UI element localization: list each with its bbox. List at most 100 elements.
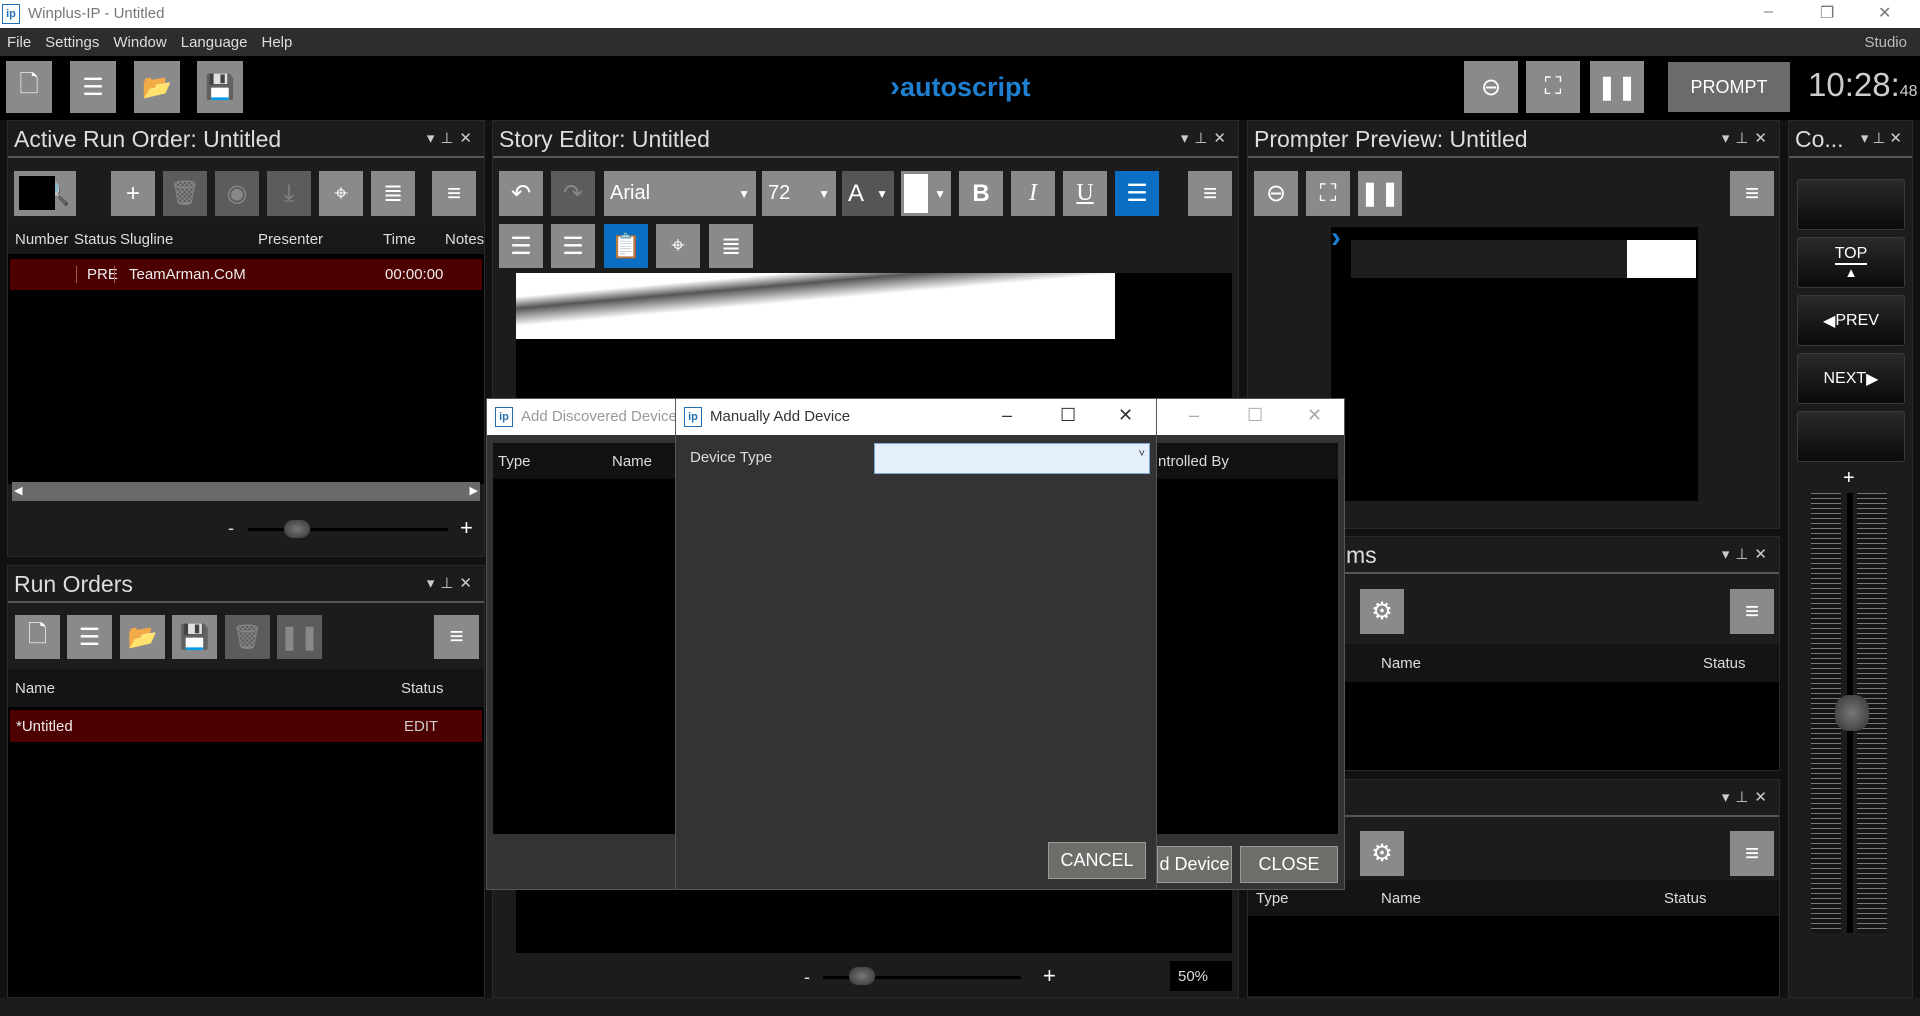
menu-button[interactable]: ≡ bbox=[1188, 171, 1232, 216]
minimize-button[interactable]: – bbox=[1764, 3, 1773, 21]
prompt-button[interactable]: PROMPT bbox=[1668, 62, 1790, 112]
menu-button[interactable]: ≡ bbox=[432, 171, 476, 216]
menu-settings[interactable]: Settings bbox=[38, 28, 106, 51]
minimize-button[interactable]: – bbox=[1002, 405, 1012, 426]
col-status[interactable]: Status bbox=[401, 680, 444, 697]
text-color-select[interactable]: A ▼ bbox=[842, 171, 894, 216]
menu-button[interactable]: ≡ bbox=[1730, 171, 1774, 216]
col-name[interactable]: Name bbox=[1381, 655, 1421, 672]
col-presenter[interactable]: Presenter bbox=[258, 231, 323, 248]
fullscreen-button[interactable]: ⛶ bbox=[1526, 61, 1580, 113]
menu-window[interactable]: Window bbox=[106, 28, 173, 51]
import-button[interactable]: ⤓ bbox=[267, 171, 311, 216]
undo-button[interactable]: ↶ bbox=[499, 171, 543, 216]
col-status[interactable]: Status bbox=[1664, 890, 1707, 907]
panel-controls[interactable]: ▾⊥✕ bbox=[427, 574, 478, 592]
scroll-right-icon[interactable]: ▶ bbox=[470, 484, 478, 497]
col-status[interactable]: Status bbox=[1703, 655, 1746, 672]
open-button[interactable]: 📂 bbox=[134, 61, 180, 113]
open-run-order-button[interactable]: 📂 bbox=[120, 615, 165, 659]
table-row[interactable]: *Untitled EDIT bbox=[10, 710, 482, 742]
speed-plus[interactable]: + bbox=[1843, 467, 1855, 490]
menu-file[interactable]: File bbox=[0, 28, 38, 51]
fullscreen-button[interactable]: ⛶ bbox=[1306, 171, 1350, 216]
table-row[interactable]: PRE TeamArman.CoM 00:00:00 bbox=[10, 259, 482, 290]
story-text-block[interactable] bbox=[516, 273, 1115, 339]
bold-button[interactable]: B bbox=[959, 171, 1003, 216]
controller-blank-button[interactable] bbox=[1797, 179, 1905, 230]
italic-button[interactable]: I bbox=[1011, 171, 1055, 216]
delete-button[interactable]: 🗑 bbox=[163, 171, 207, 216]
pause-button[interactable]: ❚❚ bbox=[1590, 61, 1644, 113]
settings-button[interactable]: ⚙ bbox=[1360, 589, 1404, 634]
panel-controls[interactable]: ▾⊥✕ bbox=[1722, 788, 1773, 806]
col-number[interactable]: Number bbox=[15, 231, 68, 248]
size-select[interactable]: 72 ▼ bbox=[762, 171, 836, 216]
zoom-slider[interactable] bbox=[248, 528, 448, 531]
mask-button[interactable]: ⊖ bbox=[1254, 171, 1298, 216]
controller-blank-button-2[interactable] bbox=[1797, 411, 1905, 462]
add-story-button[interactable]: + bbox=[111, 171, 155, 216]
align-left-button[interactable]: ☰ bbox=[1115, 171, 1159, 216]
align-center-button[interactable]: ☰ bbox=[499, 224, 543, 268]
col-name[interactable]: Name bbox=[612, 453, 652, 470]
new-file-button[interactable]: 🗋 bbox=[6, 61, 52, 113]
col-name[interactable]: Name bbox=[15, 680, 55, 697]
restore-button[interactable]: ❐ bbox=[1820, 3, 1834, 23]
target-button[interactable]: ⌖ bbox=[656, 224, 700, 268]
minimize-button[interactable]: – bbox=[1189, 405, 1199, 426]
save-button[interactable]: 💾 bbox=[197, 61, 243, 113]
panel-controls[interactable]: ▾⊥✕ bbox=[1722, 545, 1773, 563]
maximize-button[interactable]: ☐ bbox=[1247, 405, 1263, 426]
pause-run-order-button[interactable]: ❚❚ bbox=[277, 615, 322, 659]
insert-button[interactable]: 📋 bbox=[604, 224, 648, 268]
col-type[interactable]: Type bbox=[498, 453, 531, 470]
col-time[interactable]: Time bbox=[383, 231, 416, 248]
script-button[interactable]: ≣ bbox=[709, 224, 753, 268]
save-run-order-button[interactable]: 💾 bbox=[172, 615, 217, 659]
speed-slider-thumb[interactable] bbox=[1835, 695, 1869, 731]
zoom-in[interactable]: + bbox=[460, 515, 473, 541]
menu-button[interactable]: ≡ bbox=[434, 615, 479, 659]
col-notes[interactable]: Notes bbox=[445, 231, 484, 248]
menu-language[interactable]: Language bbox=[174, 28, 255, 51]
redo-button[interactable]: ↷ bbox=[551, 171, 595, 216]
col-status[interactable]: Status bbox=[74, 231, 117, 248]
next-button[interactable]: NEXT ▶ bbox=[1797, 353, 1905, 404]
zoom-out[interactable]: - bbox=[228, 518, 234, 539]
col-name[interactable]: Name bbox=[1381, 890, 1421, 907]
panel-controls[interactable]: ▾⊥✕ bbox=[1181, 129, 1232, 147]
close-window-button[interactable]: ✕ bbox=[1878, 3, 1891, 23]
menu-button[interactable]: ≡ bbox=[1730, 831, 1774, 876]
panel-controls[interactable]: ▾⊥✕ bbox=[1722, 129, 1773, 147]
pause-button[interactable]: ❚❚ bbox=[1358, 171, 1402, 216]
scroll-left-icon[interactable]: ◀ bbox=[14, 484, 22, 497]
menu-help[interactable]: Help bbox=[254, 28, 299, 51]
add-device-button[interactable]: d Device bbox=[1157, 846, 1232, 883]
search-button[interactable]: 🔍 bbox=[14, 171, 76, 216]
story-button[interactable]: ☰ bbox=[67, 615, 112, 659]
close-dialog-button[interactable]: ✕ bbox=[1307, 405, 1322, 426]
zoom-in[interactable]: + bbox=[1043, 963, 1056, 989]
zoom-slider-thumb[interactable] bbox=[849, 967, 875, 985]
horizontal-scrollbar[interactable]: ◀ ▶ bbox=[12, 482, 480, 501]
font-select[interactable]: Arial ▼ bbox=[604, 171, 756, 216]
top-button[interactable]: TOP ▲ bbox=[1797, 237, 1905, 288]
col-type[interactable]: Type bbox=[1256, 890, 1289, 907]
col-slugline[interactable]: Slugline bbox=[120, 231, 173, 248]
device-type-select[interactable]: ˅ bbox=[874, 443, 1150, 474]
new-story-button[interactable]: ☰ bbox=[70, 61, 116, 113]
background-color-select[interactable]: ▼ bbox=[901, 171, 951, 216]
panel-controls[interactable]: ▾⊥✕ bbox=[1861, 129, 1906, 147]
zoom-value[interactable]: 50% bbox=[1170, 961, 1232, 991]
mask-button[interactable]: ⊖ bbox=[1464, 61, 1518, 113]
underline-button[interactable]: U bbox=[1063, 171, 1107, 216]
close-dialog-button[interactable]: ✕ bbox=[1118, 405, 1133, 426]
zoom-slider-thumb[interactable] bbox=[284, 520, 310, 538]
script-button[interactable]: ≣ bbox=[371, 171, 415, 216]
new-run-order-button[interactable]: 🗋 bbox=[15, 615, 60, 659]
prev-button[interactable]: ◀ PREV bbox=[1797, 295, 1905, 346]
settings-button[interactable]: ⚙ bbox=[1360, 831, 1404, 876]
delete-run-order-button[interactable]: 🗑 bbox=[225, 615, 270, 659]
menu-button[interactable]: ≡ bbox=[1730, 589, 1774, 634]
